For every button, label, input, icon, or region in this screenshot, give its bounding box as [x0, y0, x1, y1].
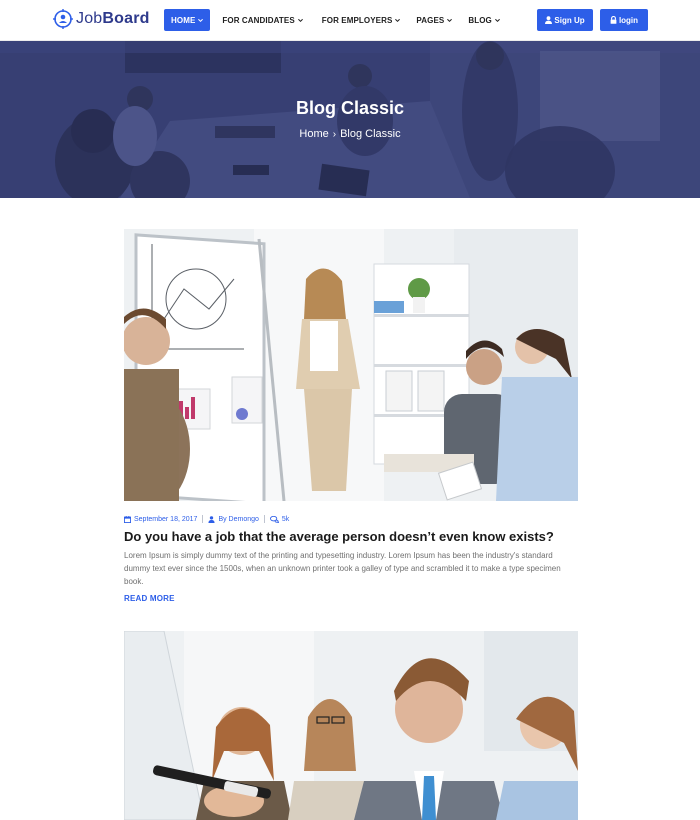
nav-item-home[interactable]: HOME: [164, 9, 211, 31]
logo-text-bold: Board: [102, 10, 150, 27]
page-title: Blog Classic: [295, 98, 405, 118]
post-date-text: September 18, 2017: [134, 515, 198, 523]
page-banner: Blog Classic Home › Blog Classic: [0, 41, 700, 198]
calendar-icon: [124, 515, 131, 523]
user-icon: [208, 515, 215, 523]
chevron-down-icon: [395, 18, 401, 22]
breadcrumb-current: Blog Classic: [340, 128, 401, 140]
login-button[interactable]: login: [600, 9, 648, 31]
breadcrumb-separator: ›: [332, 129, 337, 140]
nav-item-label: PAGES: [416, 15, 445, 25]
logo[interactable]: JobBoard: [53, 9, 150, 29]
meeting-photo: [124, 229, 578, 501]
banner-background-image: [0, 41, 700, 198]
nav-item-label: BLOG: [468, 15, 492, 25]
logo-text: JobBoard: [76, 10, 150, 28]
chevron-down-icon: [447, 18, 453, 22]
post-excerpt: Lorem Ipsum is simply dummy text of the …: [124, 551, 561, 586]
post-title[interactable]: Do you have a job that the average perso…: [124, 529, 584, 544]
nav-item-blog[interactable]: BLOG: [461, 9, 507, 31]
nav-item-pages[interactable]: PAGES: [409, 9, 459, 31]
team-photo: [124, 631, 578, 820]
post-date[interactable]: September 18, 2017: [124, 515, 198, 523]
lock-icon: [610, 16, 617, 24]
main-nav: HOME FOR CANDIDATES FOR EMPLOYERS PAGES …: [164, 9, 507, 31]
post-comments-text: 5k: [281, 515, 290, 523]
user-icon: [545, 16, 553, 24]
nav-item-label: HOME: [171, 15, 196, 25]
post-meta: September 18, 2017 By Demongo 5k: [124, 515, 289, 523]
breadcrumb-home[interactable]: Home: [299, 128, 328, 140]
nav-item-label: FOR CANDIDATES: [222, 15, 295, 25]
nav-item-label: FOR EMPLOYERS: [321, 15, 393, 25]
post-comments[interactable]: 5k: [269, 515, 290, 523]
post-image[interactable]: [124, 631, 578, 820]
site-header: JobBoard HOME FOR CANDIDATES FOR EMPLOYE…: [0, 0, 700, 41]
chevron-down-icon: [494, 18, 500, 22]
target-person-icon: [53, 9, 73, 29]
meta-divider: [202, 515, 204, 523]
meta-divider: [263, 515, 265, 523]
read-more-link[interactable]: READ MORE: [124, 594, 175, 603]
post-author[interactable]: By Demongo: [208, 515, 259, 523]
nav-item-for-employers[interactable]: FOR EMPLOYERS: [315, 9, 408, 31]
chevron-down-icon: [297, 18, 303, 22]
login-label: login: [618, 15, 639, 25]
signup-button[interactable]: Sign Up: [537, 9, 593, 31]
logo-text-light: Job: [76, 10, 103, 27]
post-image[interactable]: [124, 229, 578, 501]
post-author-text: By Demongo: [218, 515, 259, 523]
nav-item-for-candidates[interactable]: FOR CANDIDATES: [215, 9, 309, 31]
comments-icon: [269, 515, 279, 523]
breadcrumb: Home › Blog Classic: [0, 128, 700, 140]
signup-label: Sign Up: [554, 15, 585, 25]
chevron-down-icon: [198, 18, 204, 22]
